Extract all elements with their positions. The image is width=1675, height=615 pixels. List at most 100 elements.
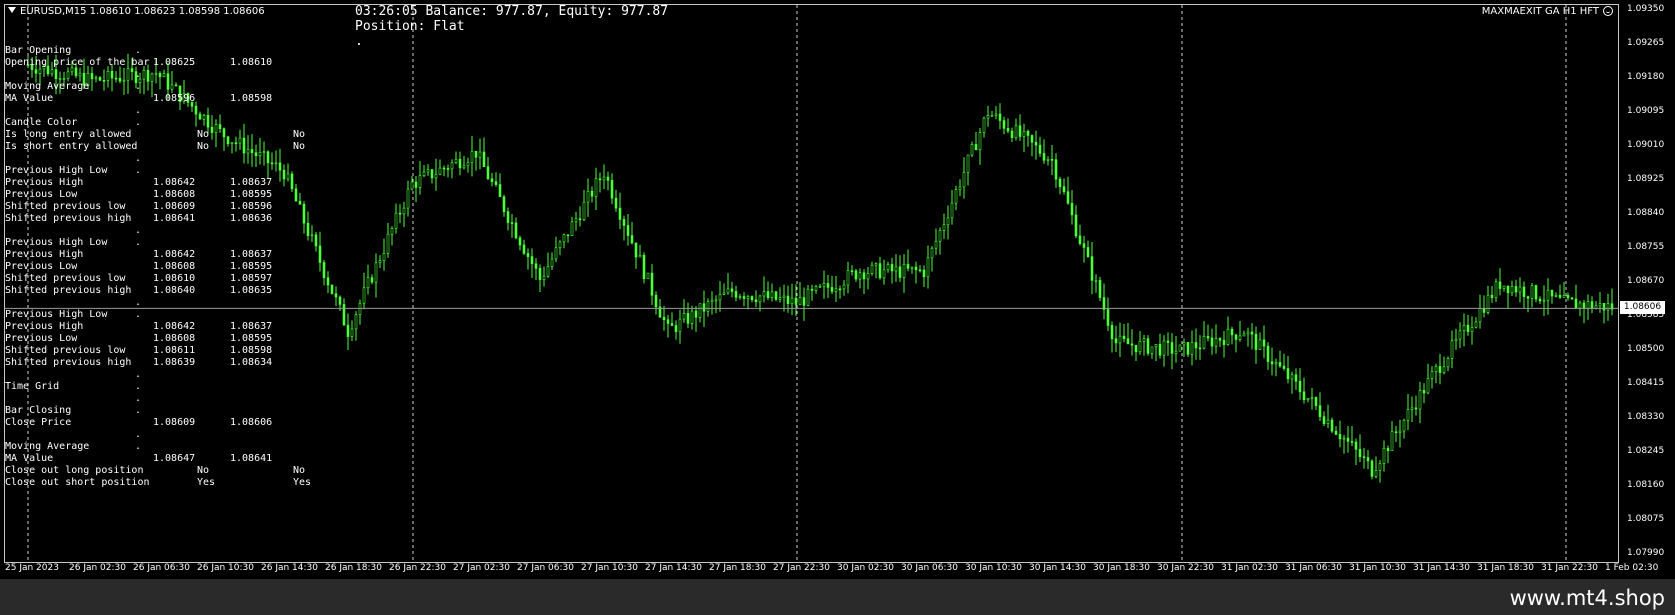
panel-label: Shifted previous high (5, 285, 132, 296)
candle-body (442, 167, 446, 170)
time-tick-label: 30 Jan 10:30 (965, 563, 1022, 573)
candle-body (610, 180, 614, 199)
candle-body (1506, 285, 1510, 294)
candle-body (438, 167, 442, 175)
panel-bool-1: No (197, 129, 210, 140)
candle-body (346, 324, 350, 337)
panel-label: Shifted previous low (5, 273, 126, 284)
candle-body (1238, 335, 1242, 340)
candle-body (234, 142, 238, 144)
candle-body (894, 266, 898, 272)
candle-body (1150, 346, 1154, 354)
panel-dot: . (135, 369, 142, 380)
panel-dot: . (135, 309, 142, 320)
candle-body (754, 299, 758, 303)
time-tick-label: 27 Jan 22:30 (773, 563, 830, 573)
candle-body (1354, 441, 1358, 450)
candle-body (390, 227, 394, 235)
candle-body (1266, 345, 1270, 362)
candle-body (1202, 336, 1206, 349)
candle-body (782, 295, 786, 298)
candle-body (1598, 303, 1602, 307)
panel-label: Bar Opening (5, 45, 72, 56)
candle-body (1014, 125, 1018, 138)
candle-body (690, 310, 694, 324)
candle-body (1378, 463, 1382, 471)
candle-body (198, 113, 202, 120)
candle-body (1606, 303, 1610, 311)
candle-body (1306, 398, 1310, 401)
panel-value-1: 1.08609 (153, 417, 196, 428)
candle-body (1478, 308, 1482, 323)
candle-body (714, 299, 718, 302)
dropdown-triangle-icon[interactable] (8, 7, 16, 13)
candle-body (1118, 335, 1122, 344)
candle-body (210, 126, 214, 133)
candle-body (730, 288, 734, 292)
candle-body (1442, 366, 1446, 373)
candle-body (382, 253, 386, 262)
panel-value-2: 1.08595 (230, 333, 273, 344)
candle-body (1470, 327, 1474, 332)
candle-body (1522, 286, 1526, 297)
panel-label: Moving Average (5, 441, 90, 452)
candle-body (758, 295, 762, 303)
candle-body (290, 173, 294, 190)
candle-body (254, 152, 258, 157)
symbol-info[interactable]: EURUSD,M15 1.08610 1.08623 1.08598 1.086… (8, 6, 265, 17)
panel-bool-1: Yes (197, 477, 216, 488)
candle-body (574, 218, 578, 223)
panel-label: Shifted previous low (5, 201, 126, 212)
candle-body (1366, 457, 1370, 462)
panel-bool-2: Yes (293, 477, 312, 488)
candle-body (1590, 301, 1594, 309)
panel-dot: . (135, 105, 142, 116)
time-tick-label: 26 Jan 22:30 (389, 563, 446, 573)
candle-body (1106, 309, 1110, 326)
candle-body (306, 222, 310, 236)
candle-body (726, 288, 730, 294)
candle-body (1274, 362, 1278, 365)
candle-body (126, 68, 130, 81)
panel-label: Close out short position (5, 477, 150, 488)
panel-dot: . (135, 81, 142, 92)
panel-value-1: 1.08640 (153, 285, 196, 296)
panel-label: Previous High Low (5, 165, 108, 176)
panel-label: Previous Low (5, 333, 78, 344)
time-tick-label: 26 Jan 14:30 (261, 563, 318, 573)
candle-body (406, 188, 410, 209)
candle-body (1514, 286, 1518, 293)
price-tick-label: 1.08840 (1627, 208, 1665, 218)
time-tick-label: 26 Jan 02:30 (69, 563, 126, 573)
candle-body (1250, 331, 1254, 335)
candle-body (342, 304, 346, 326)
candle-body (570, 221, 574, 236)
candle-body (738, 296, 742, 298)
candle-body (994, 113, 998, 116)
symbol-info-text: EURUSD,M15 1.08610 1.08623 1.08598 1.086… (20, 6, 265, 17)
time-tick-label: 30 Jan 06:30 (901, 563, 958, 573)
expert-advisor-label[interactable]: MAXMAEXIT GA H1 HFT (1482, 6, 1613, 17)
candle-body (1538, 298, 1542, 302)
candle-body (674, 325, 678, 332)
candle-body (1258, 339, 1262, 350)
smiley-icon[interactable] (1603, 6, 1613, 16)
candle-body (1242, 333, 1246, 337)
time-tick-label: 31 Jan 02:30 (1221, 563, 1278, 573)
candle-body (1138, 340, 1142, 353)
time-tick-label: 25 Jan 2023 (5, 563, 59, 573)
mt4-chart-window: EURUSD,M15 1.08610 1.08623 1.08598 1.086… (0, 0, 1675, 615)
time-tick-label: 27 Jan 14:30 (645, 563, 702, 573)
panel-label: Is short entry allowed (5, 141, 138, 152)
candle-body (846, 270, 850, 286)
panel-dot: . (135, 381, 142, 392)
candle-body (1530, 285, 1534, 299)
candle-body (526, 253, 530, 257)
price-tick-label: 1.08755 (1627, 242, 1665, 252)
candle-body (1570, 297, 1574, 300)
candle-body (502, 196, 506, 212)
price-tick-label: 1.08670 (1627, 276, 1665, 286)
candle-body (154, 72, 158, 75)
candle-body (1314, 397, 1318, 406)
panel-label: MA Value (5, 453, 54, 464)
